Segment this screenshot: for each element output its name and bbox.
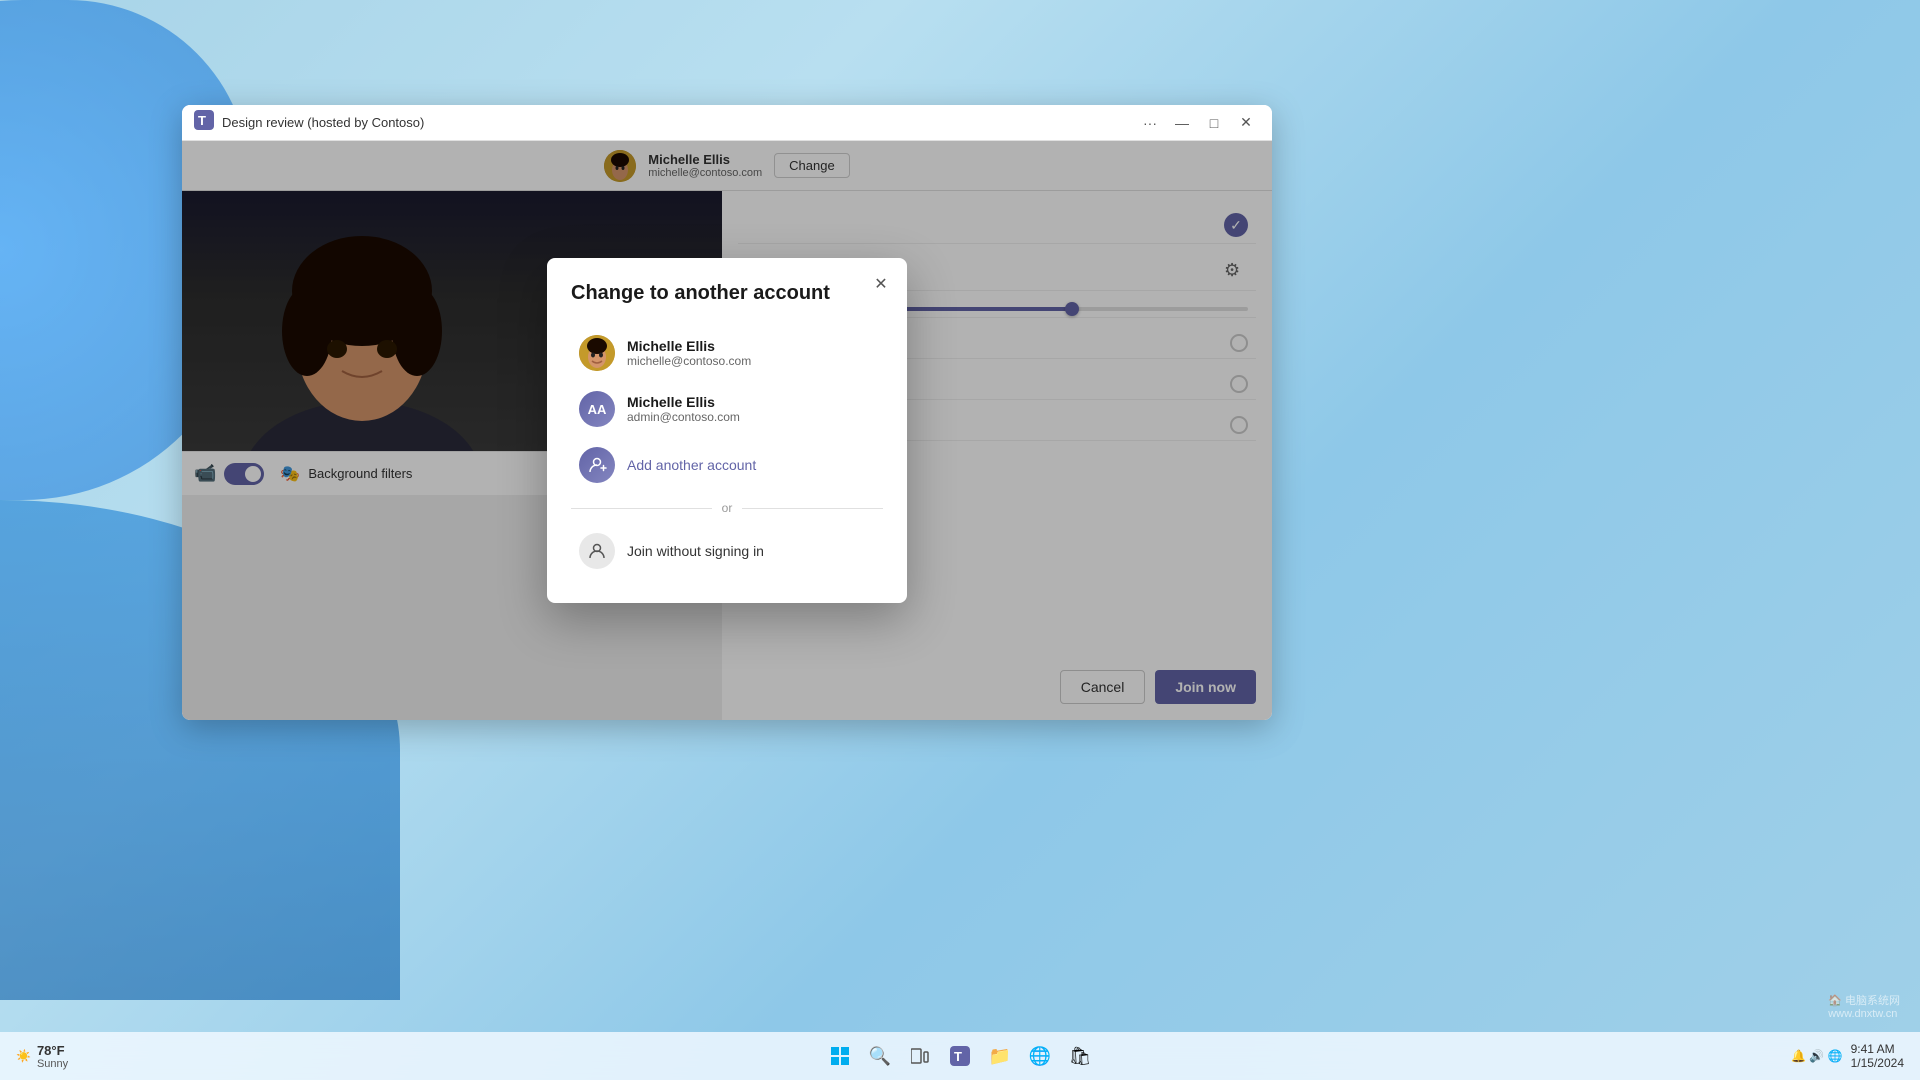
teams-logo-icon: T <box>194 110 214 136</box>
divider-right <box>742 508 883 509</box>
divider-left <box>571 508 712 509</box>
taskbar-store-button[interactable]: 🛍 <box>1062 1038 1098 1074</box>
taskbar-explorer-button[interactable]: 📁 <box>982 1038 1018 1074</box>
menu-button[interactable]: ··· <box>1136 109 1164 137</box>
svg-text:T: T <box>198 113 206 128</box>
taskbar-center: 🔍 T 📁 🌐 🛍 <box>822 1038 1098 1074</box>
site-watermark: 🏠 电脑系统网 www.dnxtw.cn <box>1828 992 1900 1020</box>
account-name-0: Michelle Ellis <box>627 338 751 354</box>
taskbar-teams-button[interactable]: T <box>942 1038 978 1074</box>
taskbar-task-view-button[interactable] <box>902 1038 938 1074</box>
svg-text:T: T <box>954 1049 962 1064</box>
system-tray: 🔔 🔊 🌐 <box>1791 1049 1843 1063</box>
weather-condition: Sunny <box>37 1058 68 1070</box>
title-bar-controls: ··· — □ ✕ <box>1136 109 1260 137</box>
weather-widget: ☀️ 78°F Sunny <box>16 1043 68 1070</box>
teams-window: T Design review (hosted by Contoso) ··· … <box>182 105 1272 720</box>
teams-content: Michelle Ellis michelle@contoso.com Chan… <box>182 141 1272 720</box>
taskbar: ☀️ 78°F Sunny 🔍 T <box>0 1032 1920 1080</box>
weather-temp: 78°F <box>37 1043 68 1058</box>
modal-title: Change to another account <box>571 282 883 305</box>
clock: 9:41 AM1/15/2024 <box>1851 1042 1904 1070</box>
account-name-1: Michelle Ellis <box>627 394 740 410</box>
title-bar: T Design review (hosted by Contoso) ··· … <box>182 105 1272 141</box>
taskbar-start-button[interactable] <box>822 1038 858 1074</box>
divider-or: or <box>571 501 883 515</box>
account-info-0: Michelle Ellis michelle@contoso.com <box>627 338 751 368</box>
title-bar-left: T Design review (hosted by Contoso) <box>194 110 424 136</box>
modal-overlay: ✕ Change to another account <box>182 141 1272 720</box>
account-item-1[interactable]: AA Michelle Ellis admin@contoso.com <box>571 381 883 437</box>
change-account-modal: ✕ Change to another account <box>547 258 907 603</box>
minimize-button[interactable]: — <box>1168 109 1196 137</box>
weather-info: 78°F Sunny <box>37 1043 68 1070</box>
weather-icon: ☀️ <box>16 1049 31 1063</box>
join-without-icon <box>579 533 615 569</box>
add-account-label: Add another account <box>627 457 756 473</box>
watermark-text: 🏠 电脑系统网 <box>1828 995 1900 1007</box>
modal-close-button[interactable]: ✕ <box>867 270 895 298</box>
window-title: Design review (hosted by Contoso) <box>222 115 424 130</box>
maximize-button[interactable]: □ <box>1200 109 1228 137</box>
taskbar-left: ☀️ 78°F Sunny <box>16 1043 68 1070</box>
account-email-1: admin@contoso.com <box>627 410 740 424</box>
watermark-url: www.dnxtw.cn <box>1828 1008 1897 1020</box>
account-email-0: michelle@contoso.com <box>627 354 751 368</box>
join-without-item[interactable]: Join without signing in <box>571 523 883 579</box>
account-avatar-0 <box>579 335 615 371</box>
close-button[interactable]: ✕ <box>1232 109 1260 137</box>
add-account-item[interactable]: Add another account <box>571 437 883 493</box>
account-info-1: Michelle Ellis admin@contoso.com <box>627 394 740 424</box>
account-item-0[interactable]: Michelle Ellis michelle@contoso.com <box>571 325 883 381</box>
or-label: or <box>722 501 733 515</box>
join-without-label: Join without signing in <box>627 543 764 559</box>
account-avatar-1: AA <box>579 391 615 427</box>
taskbar-right: 🔔 🔊 🌐 9:41 AM1/15/2024 <box>1791 1042 1904 1070</box>
taskbar-search-button[interactable]: 🔍 <box>862 1038 898 1074</box>
taskbar-edge-button[interactable]: 🌐 <box>1022 1038 1058 1074</box>
add-account-icon <box>579 447 615 483</box>
